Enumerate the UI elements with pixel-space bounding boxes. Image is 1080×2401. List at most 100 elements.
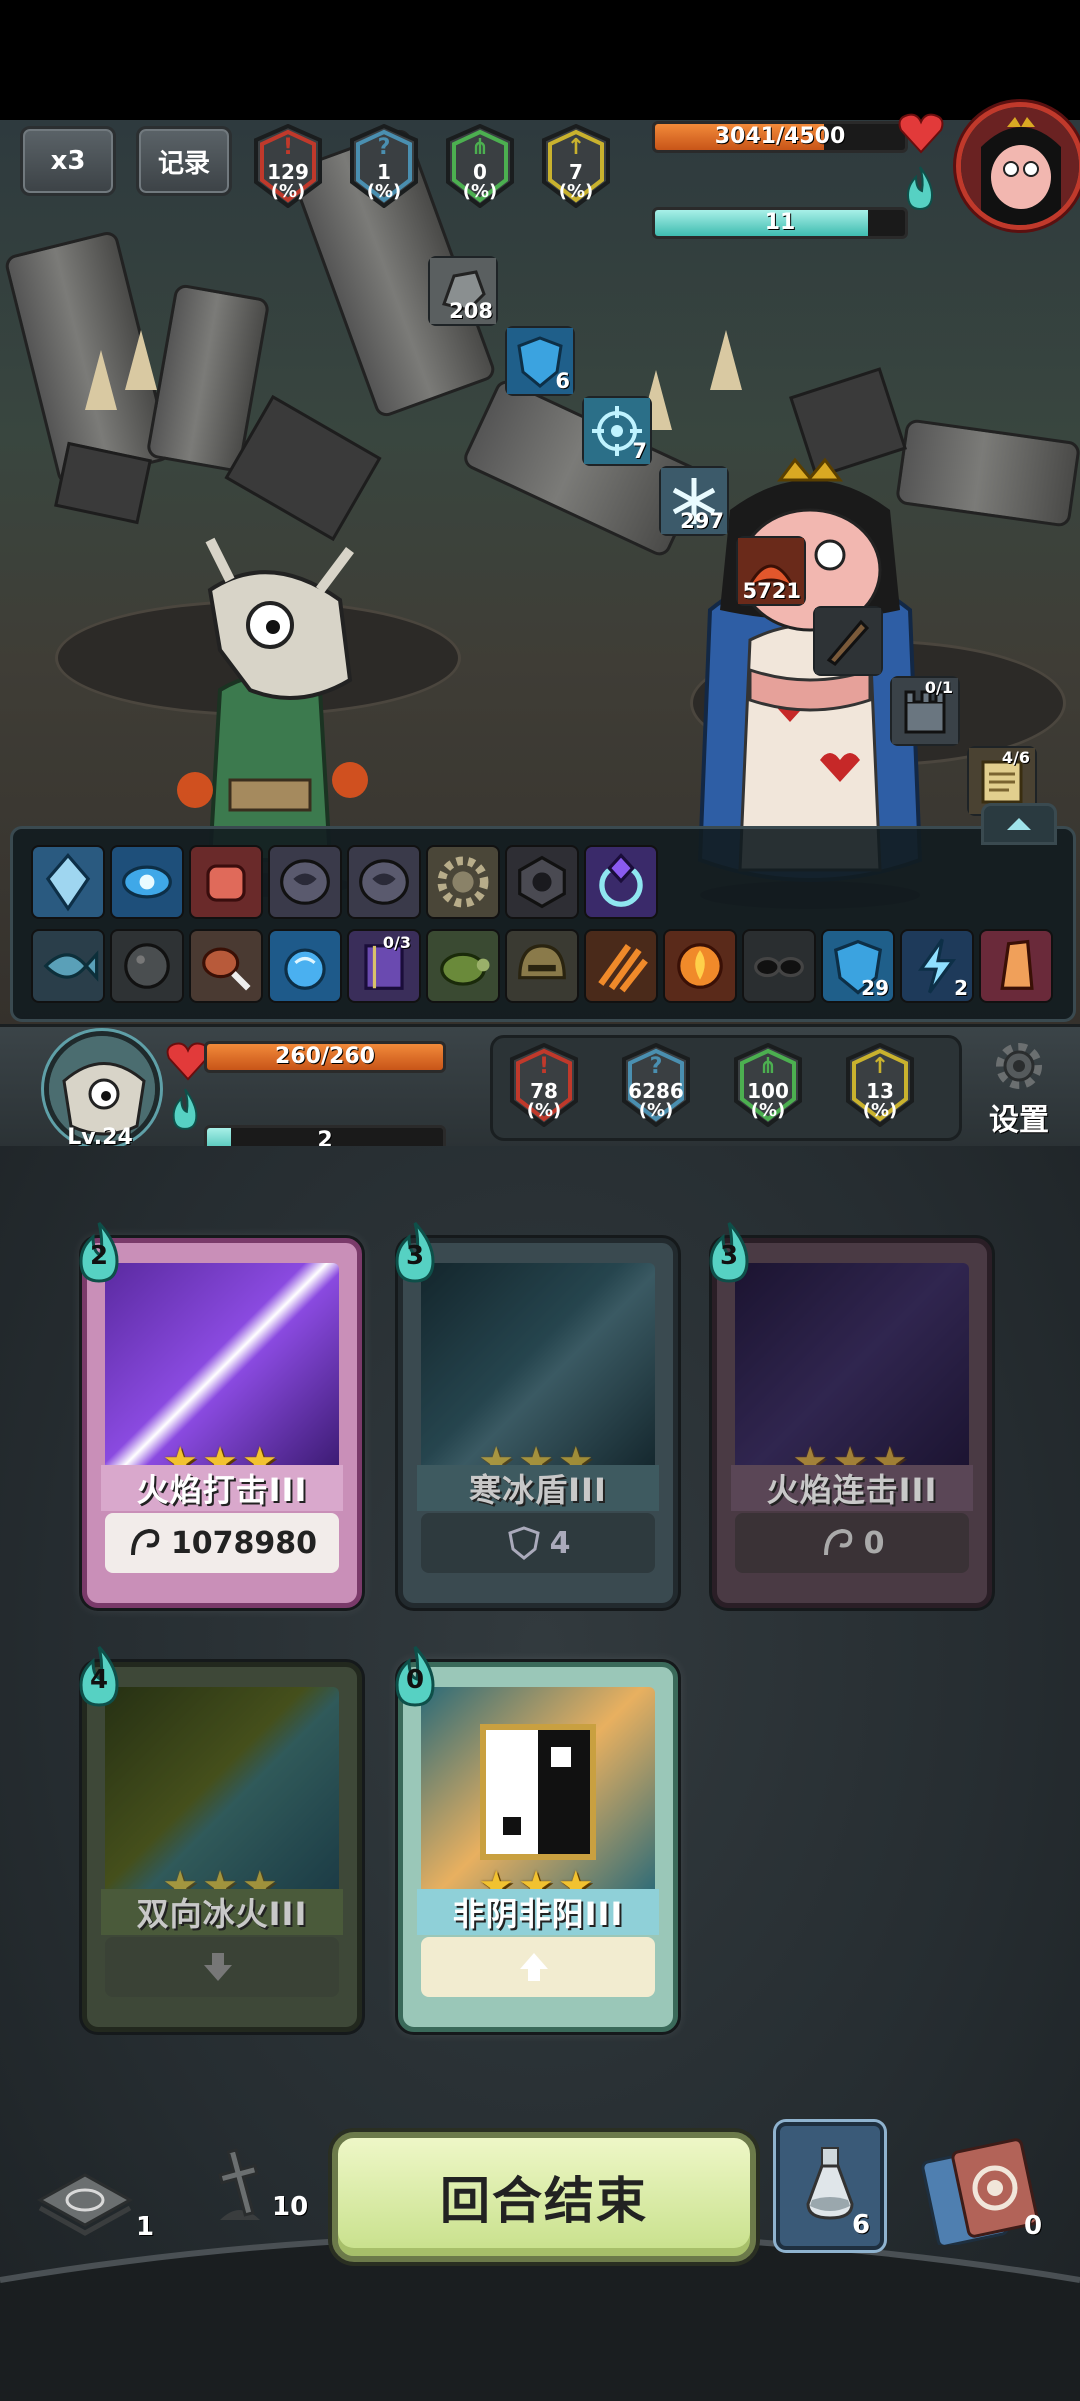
enemy-avatar <box>961 107 1079 225</box>
relic-counter: 0/3 <box>382 933 411 952</box>
relic-slot[interactable] <box>584 929 658 1003</box>
skill-slot[interactable] <box>110 845 184 919</box>
player-stat-value: 6286 <box>628 1079 684 1103</box>
hand-card[interactable]: ★★★ 火焰打击III 1078980 2 <box>79 1221 362 1608</box>
gear-icon <box>996 1043 1042 1089</box>
card-stat: 4 <box>549 1525 571 1561</box>
player-stat-speed: ↑ 13 (%) <box>842 1043 918 1127</box>
arrow-down-icon <box>204 1953 232 1981</box>
enemy-portrait[interactable] <box>956 102 1080 230</box>
relic-panel: 0/3 29 2 <box>10 803 1076 1022</box>
bone-spike <box>85 350 117 410</box>
card-cost: 3 <box>389 1221 441 1283</box>
buff-value: 5721 <box>742 579 801 603</box>
burn-icon <box>665 931 735 1001</box>
enemy-energy-text: 11 <box>764 210 796 235</box>
collapse-button[interactable] <box>981 803 1057 845</box>
relic-value: 2 <box>954 976 968 1000</box>
relic-slot[interactable] <box>979 929 1053 1003</box>
relic-slot[interactable] <box>189 929 263 1003</box>
gem-ring-icon <box>586 847 656 917</box>
card-cost: 3 <box>703 1221 755 1283</box>
enemy-stat-unit: (%) <box>270 181 306 202</box>
end-turn-button[interactable]: 回合结束 <box>332 2132 756 2262</box>
hand-card[interactable]: ★★★ 火焰连击III 0 3 <box>709 1221 992 1608</box>
enemy-stat-unit: (%) <box>558 181 594 202</box>
card-footer <box>105 1937 339 1997</box>
skill-slot[interactable] <box>268 845 342 919</box>
card-footer: 4 <box>421 1513 655 1573</box>
potion-icon <box>806 2147 854 2220</box>
player-stat-defense: ⋔ 100 (%) <box>730 1043 806 1127</box>
skill-slot[interactable] <box>31 845 105 919</box>
relic-slot[interactable] <box>663 929 737 1003</box>
enemy-buff-slot[interactable]: 7 <box>582 396 652 466</box>
meat-icon <box>191 931 261 1001</box>
grave-pile[interactable]: 10 <box>190 2130 320 2240</box>
fish-icon <box>33 931 103 1001</box>
draw-pile[interactable]: 1 <box>30 2160 160 2250</box>
heart-icon <box>898 113 944 154</box>
card-name: 非阴非阳III <box>417 1889 659 1935</box>
enemy-buff-slot[interactable]: 0/1 <box>890 676 960 746</box>
relic-slot[interactable] <box>505 929 579 1003</box>
water-icon <box>270 931 340 1001</box>
player-stat-value: 13 <box>866 1079 894 1103</box>
card-name: 火焰连击III <box>731 1465 973 1511</box>
skill-slot[interactable] <box>347 845 421 919</box>
player-stat-crit: ? 6286 (%) <box>618 1043 694 1127</box>
relic-slot[interactable] <box>426 929 500 1003</box>
skill-slot[interactable] <box>505 845 579 919</box>
card-cost-value: 3 <box>719 1241 739 1271</box>
speed-label: x3 <box>50 146 86 176</box>
potion-pile[interactable]: 6 <box>776 2122 884 2250</box>
relic-slot[interactable] <box>110 929 184 1003</box>
glasses-icon <box>744 931 814 1001</box>
helmet-icon <box>507 931 577 1001</box>
speed-button[interactable]: x3 <box>20 126 116 196</box>
turtle-icon <box>428 931 498 1001</box>
enemy-buff-slot[interactable]: 6 <box>505 326 575 396</box>
enemy-stat-value: 0 <box>473 160 487 184</box>
card-cost-value: 4 <box>89 1665 109 1695</box>
skill-slot[interactable] <box>426 845 500 919</box>
enemy-buff-slot[interactable]: 208 <box>428 256 498 326</box>
enemy-hp-bar: 3041/4500 <box>652 121 908 153</box>
card-cost-value: 3 <box>405 1241 425 1271</box>
player-stat-unit: (%) <box>862 1100 898 1121</box>
relic-slot[interactable] <box>31 929 105 1003</box>
enemy-stat-value: 1 <box>377 160 391 184</box>
buff-value: 6 <box>555 369 570 393</box>
crystal-shard-icon <box>981 931 1051 1001</box>
svg-text:↑: ↑ <box>567 135 585 160</box>
buff-counter: 4/6 <box>1001 748 1030 767</box>
relic-slot[interactable] <box>742 929 816 1003</box>
enemy-stat-value: 129 <box>267 160 309 184</box>
relic-slot[interactable]: 2 <box>900 929 974 1003</box>
enemy-buff-slot[interactable] <box>813 606 883 676</box>
player-stats: ! 78 (%)? 6286 (%) ⋔ 100 (%) ↑ 13 (%) <box>506 1043 946 1129</box>
skill-slot[interactable] <box>584 845 658 919</box>
hand-card[interactable]: ★★★ 非阴非阳III 0 <box>395 1645 678 2032</box>
enemy-buff-slot[interactable]: 297 <box>659 466 729 536</box>
record-label: 记录 <box>157 148 210 179</box>
record-button[interactable]: 记录 <box>136 126 232 196</box>
svg-text:↑: ↑ <box>871 1054 889 1079</box>
discard-pile[interactable]: 0 <box>920 2135 1070 2255</box>
buff-value: 297 <box>680 509 724 533</box>
relic-slot[interactable]: 29 <box>821 929 895 1003</box>
draw-pile-count: 1 <box>136 2212 155 2242</box>
hand-card[interactable]: ★★★ 寒冰盾III 4 3 <box>395 1221 678 1608</box>
shield-icon <box>507 1526 540 1560</box>
buff-value: 7 <box>632 439 647 463</box>
relic-slot[interactable] <box>268 929 342 1003</box>
relic-slot[interactable]: 0/3 <box>347 929 421 1003</box>
fist-icon <box>130 1528 160 1556</box>
settings-button[interactable]: 设置 <box>976 1037 1062 1138</box>
player-hp-bar: 260/260 <box>204 1041 446 1073</box>
player-stat-unit: (%) <box>750 1100 786 1121</box>
card-cost: 0 <box>389 1645 441 1707</box>
enemy-buff-slot[interactable]: 5721 <box>736 536 806 606</box>
hand-card[interactable]: ★★★ 双向冰火III 4 <box>79 1645 362 2032</box>
skill-slot[interactable] <box>189 845 263 919</box>
